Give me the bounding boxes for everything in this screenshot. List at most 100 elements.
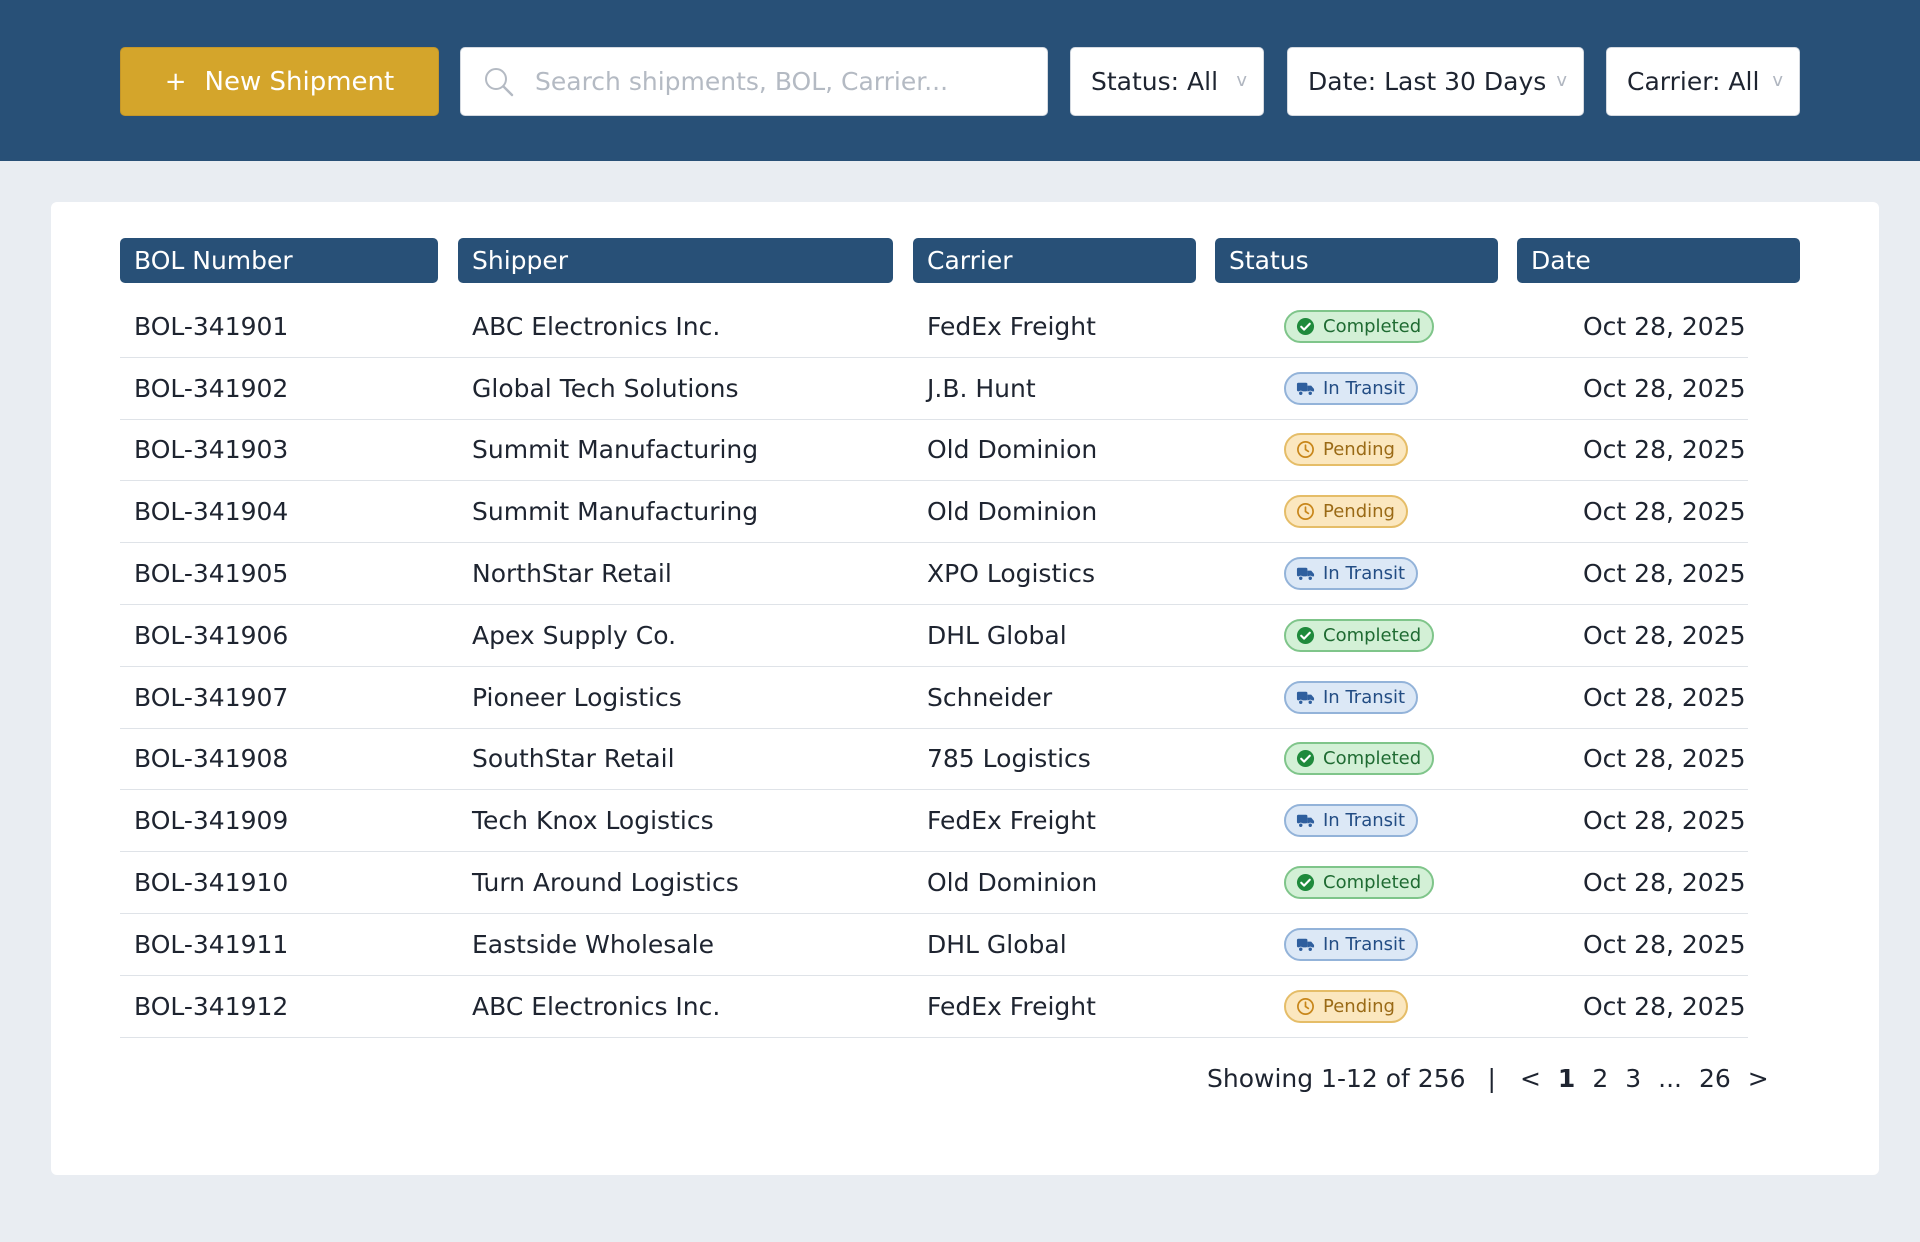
date-filter-label: Date: Last 30 Days	[1308, 67, 1547, 96]
bol-number-cell[interactable]: BOL-341910	[134, 852, 288, 913]
status-badge-label: In Transit	[1323, 377, 1406, 399]
date-cell: Oct 28, 2025	[1583, 435, 1746, 465]
page-1-button[interactable]: 1	[1558, 1064, 1575, 1093]
status-filter-dropdown[interactable]: Status: All v	[1070, 47, 1264, 116]
date-cell: Oct 28, 2025	[1583, 311, 1746, 341]
header-status[interactable]: Status	[1215, 238, 1498, 283]
chevron-down-icon: v	[1772, 70, 1783, 91]
carrier-cell: DHL Global	[927, 620, 1067, 650]
table-row[interactable]: BOL-341907 Pioneer Logistics Schneider In T…	[120, 667, 1748, 729]
date-filter-dropdown[interactable]: Date: Last 30 Days v	[1287, 47, 1584, 116]
status-cell: In Transit	[1284, 914, 1419, 975]
chevron-down-icon: v	[1236, 70, 1247, 91]
table-row[interactable]: BOL-341910 Turn Around Logistics Old Domin…	[120, 852, 1748, 914]
table-row[interactable]: BOL-341911 Eastside Wholesale DHL Global In…	[120, 914, 1748, 976]
bol-number-cell[interactable]: BOL-341906	[134, 605, 288, 666]
pagination-ellipsis: ...	[1658, 1063, 1682, 1093]
status-badge-label: Completed	[1323, 872, 1422, 894]
search-icon	[485, 67, 514, 96]
plus-icon: +	[164, 66, 187, 97]
table-row[interactable]: BOL-341905 NorthStar Retail XPO Logistics I…	[120, 543, 1748, 605]
check-circle-icon	[1296, 750, 1315, 768]
carrier-cell: XPO Logistics	[927, 559, 1095, 589]
date-cell: Oct 28, 2025	[1583, 559, 1746, 589]
bol-number-cell[interactable]: BOL-341903	[134, 420, 288, 481]
shipper-cell: Eastside Wholesale	[472, 929, 714, 959]
table-row[interactable]: BOL-341904 Summit Manufacturing Old Domini…	[120, 481, 1748, 544]
status-cell: Completed	[1284, 729, 1435, 790]
status-cell: Pending	[1284, 420, 1408, 481]
status-cell: In Transit	[1284, 543, 1419, 604]
status-badge: Completed	[1284, 618, 1435, 652]
pagination: Showing 1-12 of 256 | <1 2 3... 26 >	[1207, 1058, 1786, 1098]
status-badge: Pending	[1284, 989, 1408, 1023]
table-row[interactable]: BOL-341906 Apex Supply Co. DHL Global Compl…	[120, 605, 1748, 667]
carrier-cell: DHL Global	[927, 929, 1067, 959]
shipper-cell: Tech Knox Logistics	[472, 806, 714, 836]
new-shipment-label: New Shipment	[204, 66, 395, 97]
status-cell: Pending	[1284, 976, 1408, 1037]
status-badge: In Transit	[1284, 680, 1419, 714]
carrier-cell: 785 Logistics	[927, 744, 1091, 774]
bol-number-cell[interactable]: BOL-341912	[134, 976, 288, 1037]
status-badge: In Transit	[1284, 927, 1419, 961]
header-date[interactable]: Date	[1517, 238, 1800, 283]
table-row[interactable]: BOL-341901 ABC Electronics Inc. FedEx Frei…	[120, 296, 1748, 358]
search-box[interactable]	[460, 47, 1048, 116]
clock-icon	[1297, 997, 1314, 1015]
table-row[interactable]: BOL-341912 ABC Electronics Inc. FedEx Frei…	[120, 976, 1748, 1038]
table-row[interactable]: BOL-341903 Summit Manufacturing Old Domini…	[120, 420, 1748, 482]
search-input[interactable]	[535, 67, 1005, 96]
status-badge-label: Pending	[1323, 501, 1395, 523]
status-filter-label: Status: All	[1091, 67, 1219, 96]
status-cell: Completed	[1284, 605, 1435, 666]
next-page-button[interactable]: >	[1748, 1064, 1769, 1093]
bol-number-cell[interactable]: BOL-341901	[134, 296, 288, 357]
status-badge-label: In Transit	[1323, 933, 1406, 955]
bol-number-cell[interactable]: BOL-341907	[134, 667, 288, 728]
header-shipper[interactable]: Shipper	[458, 238, 893, 283]
bol-number-cell[interactable]: BOL-341904	[134, 481, 288, 542]
date-cell: Oct 28, 2025	[1583, 497, 1746, 527]
status-cell: Completed	[1284, 852, 1435, 913]
table-row[interactable]: BOL-341908 SouthStar Retail 785 Logistics C…	[120, 729, 1748, 791]
check-circle-icon	[1296, 874, 1315, 892]
truck-icon	[1296, 815, 1315, 829]
page-2-button[interactable]: 2	[1592, 1064, 1608, 1093]
carrier-filter-dropdown[interactable]: Carrier: All v	[1606, 47, 1800, 116]
date-cell: Oct 28, 2025	[1583, 929, 1746, 959]
status-badge-label: Completed	[1323, 624, 1422, 646]
bol-number-cell[interactable]: BOL-341911	[134, 914, 288, 975]
shipper-cell: NorthStar Retail	[472, 559, 672, 589]
bol-number-cell[interactable]: BOL-341902	[134, 358, 288, 419]
prev-page-button[interactable]: <	[1520, 1064, 1541, 1093]
app-window: + New Shipment Status: All v Date: Last …	[0, 0, 1920, 1242]
pagination-summary: Showing 1-12 of 256	[1207, 1063, 1466, 1093]
page-3-button[interactable]: 3	[1625, 1064, 1641, 1093]
carrier-cell: FedEx Freight	[927, 311, 1096, 341]
status-badge: In Transit	[1284, 804, 1419, 838]
status-badge: Pending	[1284, 433, 1408, 467]
shipper-cell: ABC Electronics Inc.	[472, 991, 721, 1021]
page-26-button[interactable]: 26	[1699, 1064, 1731, 1093]
shipper-cell: Summit Manufacturing	[472, 497, 759, 527]
new-shipment-button[interactable]: + New Shipment	[120, 47, 439, 116]
status-badge: In Transit	[1284, 557, 1419, 591]
bol-number-cell[interactable]: BOL-341908	[134, 729, 288, 790]
shipper-cell: Summit Manufacturing	[472, 435, 759, 465]
chevron-down-icon: v	[1556, 70, 1567, 91]
carrier-cell: J.B. Hunt	[927, 373, 1036, 403]
shipments-table-card: BOL Number Shipper Carrier Status Date B…	[51, 202, 1879, 1175]
header-bol-number[interactable]: BOL Number	[120, 238, 438, 283]
header-carrier[interactable]: Carrier	[913, 238, 1196, 283]
status-cell: In Transit	[1284, 790, 1419, 851]
shipper-cell: Pioneer Logistics	[472, 682, 682, 712]
truck-icon	[1296, 691, 1315, 705]
status-badge: Pending	[1284, 495, 1408, 529]
status-badge-label: Completed	[1323, 315, 1422, 337]
table-row[interactable]: BOL-341909 Tech Knox Logistics FedEx Freig…	[120, 790, 1748, 853]
table-row[interactable]: BOL-341902 Global Tech Solutions J.B. Hunt…	[120, 358, 1748, 420]
bol-number-cell[interactable]: BOL-341905	[134, 543, 288, 604]
bol-number-cell[interactable]: BOL-341909	[134, 790, 288, 851]
status-badge-label: Completed	[1323, 748, 1422, 770]
